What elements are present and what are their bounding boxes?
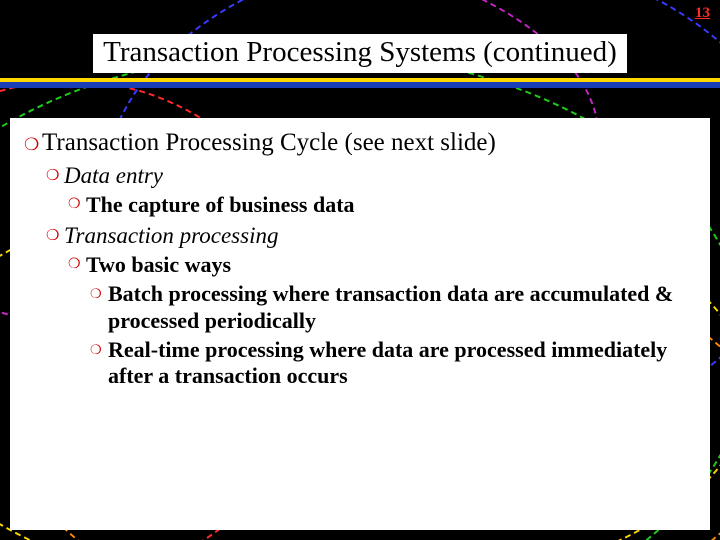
top-bar: 13 <box>0 0 720 24</box>
bullet-icon: ❍ <box>68 192 86 214</box>
bullet-icon: ❍ <box>90 281 108 302</box>
content-area: ❍ Transaction Processing Cycle (see next… <box>10 118 710 530</box>
bullet-text: Real-time processing where data are proc… <box>108 337 692 391</box>
bullet-icon: ❍ <box>90 337 108 358</box>
bullet-text: Transaction processing <box>64 222 692 250</box>
bullet-data-entry: ❍ Data entry <box>46 162 692 190</box>
bullet-two-ways: ❍ Two basic ways <box>68 252 692 279</box>
bullet-icon: ❍ <box>46 162 64 185</box>
slide-title: Transaction Processing Systems (continue… <box>93 34 627 73</box>
slide: 13 Transaction Processing Systems (conti… <box>0 0 720 540</box>
bullet-realtime: ❍ Real-time processing where data are pr… <box>90 337 692 391</box>
bullet-text: Batch processing where transaction data … <box>108 281 692 335</box>
bullet-text: Data entry <box>64 162 692 190</box>
title-wrap: Transaction Processing Systems (continue… <box>0 34 720 73</box>
bullet-data-entry-sub: ❍ The capture of business data <box>68 192 692 219</box>
bullet-icon: ❍ <box>24 128 42 155</box>
bullet-text: Two basic ways <box>86 252 692 279</box>
bullet-icon: ❍ <box>46 222 64 245</box>
slide-number: 13 <box>695 5 710 22</box>
heading-text: Transaction Processing Cycle (see next s… <box>42 128 692 158</box>
bullet-tx-processing: ❍ Transaction processing <box>46 222 692 250</box>
bullet-heading: ❍ Transaction Processing Cycle (see next… <box>24 128 692 158</box>
bullet-icon: ❍ <box>68 252 86 274</box>
bullet-batch: ❍ Batch processing where transaction dat… <box>90 281 692 335</box>
title-underline <box>0 78 720 88</box>
bullet-text: The capture of business data <box>86 192 692 219</box>
underline-blue <box>0 82 720 88</box>
